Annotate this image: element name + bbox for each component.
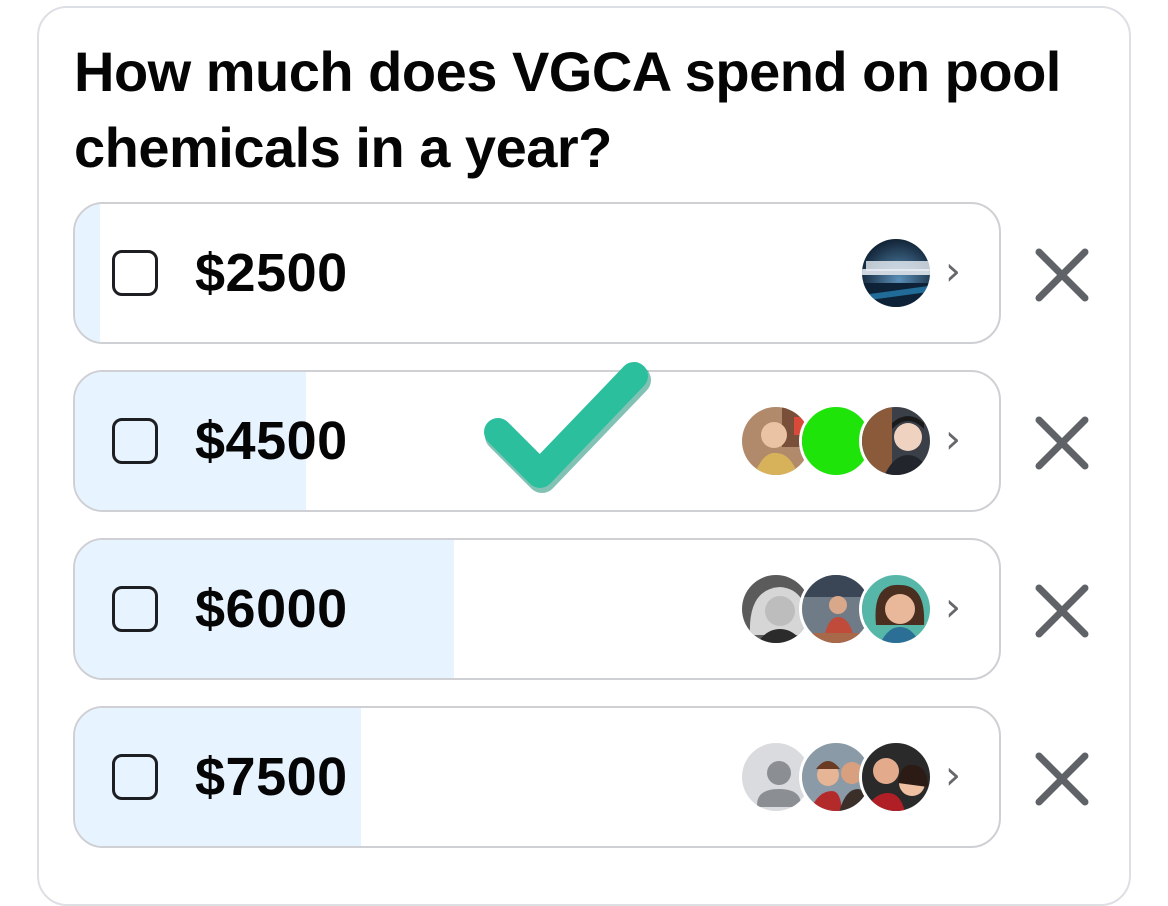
voter-avatars[interactable] [739, 740, 933, 814]
close-icon [1035, 584, 1089, 638]
remove-option-button[interactable] [1027, 744, 1097, 814]
option-label: $2500 [195, 243, 348, 303]
vote-fill-bar [75, 204, 100, 342]
checkbox-icon[interactable] [112, 250, 158, 296]
poll-question: How much does VGCA spend on pool chemica… [74, 40, 1061, 179]
avatar-woman-smiling [859, 572, 933, 646]
chevron-right-icon[interactable]: › [945, 249, 961, 295]
chevron-right-icon[interactable]: › [945, 753, 961, 799]
close-icon [1035, 416, 1089, 470]
checkbox-icon[interactable] [112, 418, 158, 464]
close-icon [1035, 752, 1089, 806]
voter-avatars[interactable] [859, 236, 933, 310]
poll-option-2500[interactable]: $2500 › [73, 202, 1001, 344]
remove-option-button[interactable] [1027, 576, 1097, 646]
voter-avatars[interactable] [739, 404, 933, 478]
poll-option-7500[interactable]: $7500 › [73, 706, 1001, 848]
chevron-right-icon[interactable]: › [945, 585, 961, 631]
option-label: $7500 [195, 747, 348, 807]
checkbox-icon[interactable] [112, 754, 158, 800]
poll-option-6000[interactable]: $6000 › [73, 538, 1001, 680]
option-label: $6000 [195, 579, 348, 639]
checkmark-icon [484, 362, 651, 493]
remove-option-button[interactable] [1027, 240, 1097, 310]
avatar-child-photo [859, 404, 933, 478]
avatar-starwars-troopers [859, 236, 933, 310]
chevron-right-icon[interactable]: › [945, 417, 961, 463]
close-icon [1035, 248, 1089, 302]
option-label: $4500 [195, 411, 348, 471]
voter-avatars[interactable] [739, 572, 933, 646]
avatar-couple-selfie [859, 740, 933, 814]
checkbox-icon[interactable] [112, 586, 158, 632]
remove-option-button[interactable] [1027, 408, 1097, 478]
